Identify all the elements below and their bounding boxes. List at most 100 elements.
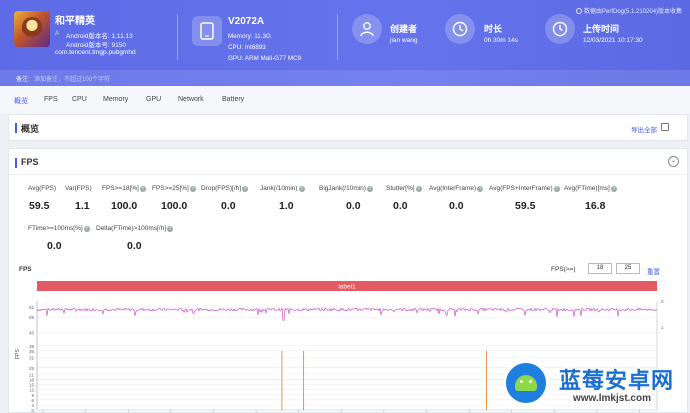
stat-value: 0.0 [346,200,361,212]
export-icon[interactable] [661,123,669,131]
stat-label: BigJank(/10min)? [319,185,373,192]
right-tick-label: 1 [661,325,664,330]
overview-panel: 概览 导出全部 [8,114,688,141]
stat-value: 0.0 [393,200,408,212]
help-icon[interactable]: ? [366,186,373,192]
panel-accent-bar [15,158,17,168]
stat-label: FTime>=100ms[%]? [28,225,90,232]
remark-row[interactable]: 备注: 添加备注，不超过100个字符 [0,70,690,86]
tab-memory[interactable]: Memory [103,96,128,103]
app-icon [14,11,50,47]
header-divider [177,14,178,60]
y-tick-label: 31 [29,356,35,361]
device-cpu: CPU: mt6893 [228,44,266,51]
stat-value: 100.0 [111,200,138,212]
y-tick-label: 18 [29,378,35,383]
watermark-url: www.lmkjst.com [573,393,651,404]
collapse-chevron-icon[interactable]: ⌄ [668,156,679,167]
android-logo-icon [503,360,549,406]
y-tick-label: 0 [31,408,34,413]
android-icon: A [55,31,60,37]
stat-label: FPS>=18[%]? [102,185,146,192]
upload-value: 12/03/2021 10:17:30 [583,37,643,44]
stat-label: Avg(FTime)[ms]? [564,185,617,192]
help-icon[interactable]: ? [83,226,90,232]
watermark-text: 蓝莓安卓网 [559,368,675,393]
stat-label-text: Stutter[%] [386,185,415,192]
info-icon [576,8,582,14]
stat-label: Drop(FPS)[/h]? [201,185,249,192]
y-tick-label: 3 [31,403,34,408]
y-tick-label: 12 [29,388,35,393]
creator-title: 创建者 [390,24,418,34]
stat-value: 16.8 [585,200,606,212]
tab-network[interactable]: Network [178,96,204,103]
stat-label-text: Avg(InterFrame) [429,185,477,192]
label-band-text: label1 [338,284,356,291]
clock-icon [445,14,475,44]
y-tick-label: 46 [29,330,35,335]
y-tick-label: 35 [29,349,35,354]
stat-label-text: Avg(FPS+InterFrame) [489,185,553,192]
stat-value: 0.0 [127,240,142,252]
y-tick-label: 61 [29,305,35,310]
y-axis-label: FPS [15,348,21,358]
stat-label: Avg(InterFrame)? [429,185,484,192]
app-name: 和平精英 [55,16,95,27]
stat-label-text: FTime>=100ms[%] [28,225,83,232]
help-icon[interactable]: ? [298,186,305,192]
site-watermark: 蓝莓安卓网 www.lmkjst.com [503,358,690,413]
tab-cpu[interactable]: CPU [72,96,87,103]
header-divider [337,14,338,60]
stat-label: Jank(/10min)? [260,185,305,192]
stat-value: 1.1 [75,200,90,212]
stat-label-text: FPS>=18[%] [102,185,139,192]
stat-label-text: Avg(FTime)[ms] [564,185,610,192]
perfdog-note-text: 数据由PerfDog(5.1.210204)版本收集 [584,9,683,15]
stat-label-text: Drop(FPS)[/h] [201,185,242,192]
remark-label: 备注: [16,77,30,83]
export-all-link[interactable]: 导出全部 [631,124,657,134]
help-icon[interactable]: ? [415,186,422,192]
y-tick-label: 6 [31,398,34,403]
stat-label: Var(FPS) [65,185,92,192]
tab-bar: 概览 FPS CPU Memory GPU Network Battery [0,86,690,114]
y-tick-label: 21 [29,373,35,378]
duration-value: 0h 30m 14s [484,37,518,44]
stat-value: 0.0 [221,200,236,212]
stat-value: 59.5 [29,200,50,212]
stat-label: FPS>=25[%]? [152,185,196,192]
help-icon[interactable]: ? [139,186,146,192]
android-code: Android版本号: 9150 [66,42,126,49]
help-icon[interactable]: ? [610,186,617,192]
device-memory: Memory: 11.3G [228,33,271,40]
tab-fps[interactable]: FPS [44,96,58,103]
device-name: V2072A [228,16,265,27]
stat-label: Stutter[%]? [386,185,422,192]
y-tick-label: 55 [29,315,35,320]
device-gpu: GPU: ARM Mali-G77 MC9 [228,55,302,62]
stat-label-text: Avg(FPS) [28,185,57,192]
help-icon[interactable]: ? [242,186,249,192]
overview-title: 概览 [21,124,40,134]
phone-icon [192,16,222,46]
help-icon[interactable]: ? [167,226,174,232]
tab-battery[interactable]: Battery [222,96,244,103]
remark-input[interactable]: 添加备注，不超过100个字符 [34,74,110,83]
upload-title: 上传时间 [583,24,620,34]
tab-gpu[interactable]: GPU [146,96,161,103]
tab-overview[interactable]: 概览 [14,96,28,106]
stat-label: Avg(FPS) [28,185,56,192]
help-icon[interactable]: ? [189,186,196,192]
stat-label-text: Var(FPS) [65,185,92,192]
creator-value: jian wang [390,37,418,44]
history-icon [545,14,575,44]
help-icon[interactable]: ? [477,186,484,192]
threshold-input-1[interactable]: 18 [588,263,612,274]
right-tick-label: 2 [661,299,664,304]
threshold-input-2[interactable]: 25 [616,263,640,274]
panel-divider [9,174,687,175]
report-header: 和平精英 A Android版本名: 1.11.13 Android版本号: 9… [0,0,690,86]
help-icon[interactable]: ? [553,186,560,192]
app-package: com.tencent.tmgp.pubgmhd [55,49,136,56]
